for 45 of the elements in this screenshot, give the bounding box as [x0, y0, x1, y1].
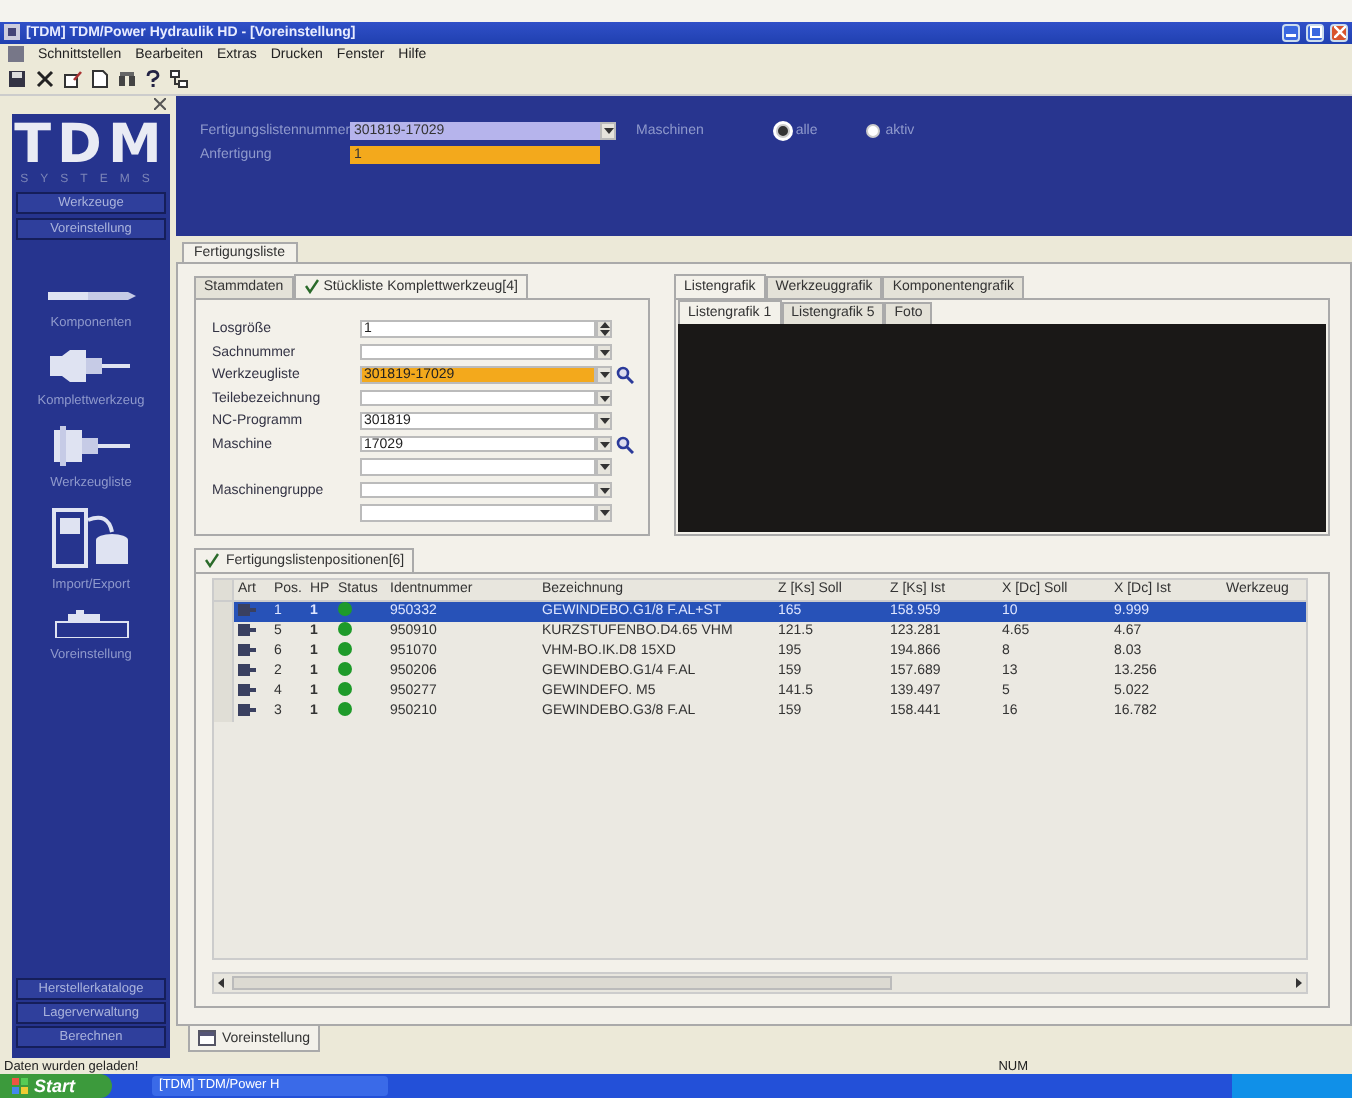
tree-icon[interactable]	[170, 70, 188, 89]
dropdown-field[interactable]	[360, 458, 596, 476]
dropdown-arrow-icon[interactable]	[600, 121, 616, 140]
search-icon[interactable]	[616, 366, 634, 385]
dropdown-arrow-icon[interactable]	[596, 481, 612, 499]
dropdown-arrow-icon[interactable]	[596, 389, 612, 407]
dropdown-arrow-icon[interactable]	[596, 435, 612, 453]
dropdown-field[interactable]	[360, 389, 596, 407]
dropdown-arrow-icon[interactable]	[596, 343, 612, 361]
search-icon[interactable]	[616, 435, 634, 454]
app-icon	[4, 24, 20, 41]
spinner-icon[interactable]	[596, 320, 612, 338]
horizontal-scrollbar[interactable]	[212, 972, 1308, 995]
left-arrow-icon[interactable]	[214, 976, 228, 991]
tool-icon	[238, 601, 256, 618]
dropdown-field[interactable]	[360, 504, 596, 522]
close-icon[interactable]	[36, 70, 54, 89]
dropdown-arrow-icon[interactable]	[596, 366, 612, 384]
close-icon[interactable]	[154, 98, 166, 111]
page-icon[interactable]	[92, 70, 108, 89]
start-button[interactable]: Start	[0, 1074, 112, 1098]
spindle-icon	[50, 425, 131, 466]
system-tray	[1232, 1074, 1352, 1098]
tool-icon	[238, 621, 256, 638]
tool-holder-icon	[50, 347, 131, 384]
dropdown-field[interactable]	[360, 481, 596, 499]
binoculars-icon[interactable]	[118, 70, 136, 89]
tool-icon	[238, 681, 256, 698]
save-icon[interactable]	[8, 70, 26, 89]
machine-icon	[51, 609, 131, 638]
windows-logo-icon	[12, 1078, 28, 1095]
computer-to-cylinder-icon	[51, 507, 131, 568]
dropdown-arrow-icon[interactable]	[596, 458, 612, 476]
help-icon[interactable]	[146, 70, 160, 89]
right-arrow-icon[interactable]	[1292, 976, 1306, 991]
dropdown-field[interactable]	[360, 343, 596, 361]
dropdown-arrow-icon[interactable]	[596, 504, 612, 522]
dropdown-arrow-icon[interactable]	[596, 412, 612, 430]
tool-icon	[238, 641, 256, 658]
tool-icon	[238, 701, 256, 718]
window-icon	[198, 1030, 216, 1047]
edit-icon[interactable]	[64, 70, 82, 89]
document-icon	[8, 46, 24, 63]
scrollbar-thumb[interactable]	[232, 976, 892, 991]
tool-icon	[238, 661, 256, 678]
